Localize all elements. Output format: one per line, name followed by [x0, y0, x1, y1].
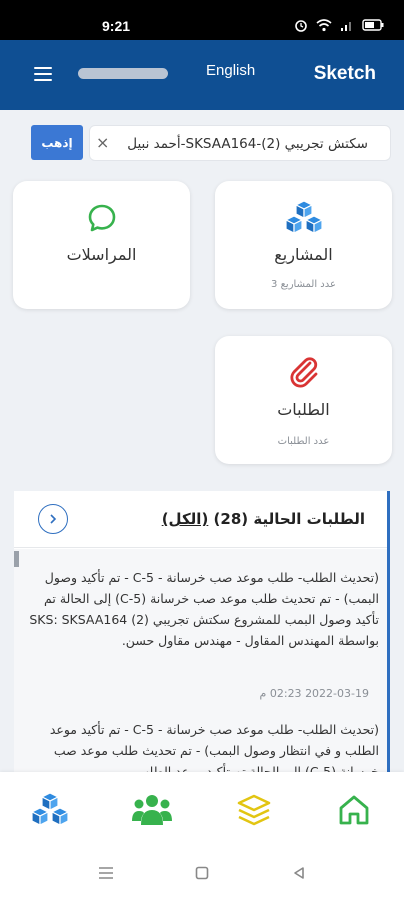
battery-icon	[362, 19, 384, 31]
brand-logo: Sketch	[313, 63, 376, 84]
status-time: 9:21	[102, 18, 131, 34]
bottom-nav	[0, 772, 404, 846]
status-icons	[294, 18, 384, 32]
nav-layers-button[interactable]	[232, 790, 276, 830]
app-header: English Sketch	[0, 40, 404, 110]
layers-icon	[237, 794, 271, 826]
messages-card-title: المراسلات	[66, 245, 137, 264]
recents-icon[interactable]	[98, 866, 114, 880]
requests-count: عدد الطلبات	[277, 436, 330, 447]
scrollbar-thumb[interactable]	[14, 551, 19, 567]
user-name-placeholder	[78, 68, 168, 79]
go-button[interactable]: إذهب	[31, 125, 83, 160]
clear-icon[interactable]: ×	[96, 133, 109, 152]
chat-bubble-icon	[13, 203, 190, 233]
users-icon	[132, 795, 172, 825]
requests-card-title: الطلبات	[277, 400, 330, 419]
alarm-icon	[295, 20, 307, 32]
projects-card[interactable]: المشاريع 3 عدد المشاريع	[215, 181, 392, 309]
request-date: 2022-03-19 02:23 م	[259, 687, 369, 700]
nav-users-button[interactable]	[130, 790, 174, 830]
language-toggle[interactable]: English	[206, 62, 255, 79]
requests-card[interactable]: الطلبات عدد الطلبات	[215, 336, 392, 464]
back-triangle-icon[interactable]	[292, 866, 306, 880]
paperclip-icon	[215, 354, 392, 390]
panel-header: الطلبات الحالية (28) (الكل)	[14, 491, 387, 548]
home-icon	[339, 795, 369, 825]
current-requests-panel: الطلبات الحالية (28) (الكل) (تحديث الطلب…	[14, 491, 390, 781]
view-all-link[interactable]: (الكل)	[162, 510, 209, 528]
search-input[interactable]: سكتش تجريبي (2)-SKSAA164-أحمد نبيل ×	[89, 125, 391, 161]
nav-projects-button[interactable]	[28, 790, 72, 830]
search-value: سكتش تجريبي (2)-SKSAA164-أحمد نبيل	[127, 136, 368, 152]
wifi-icon	[316, 18, 332, 31]
panel-title: الطلبات الحالية (28) (الكل)	[162, 510, 365, 528]
panel-title-text: الطلبات الحالية (28)	[213, 510, 365, 528]
projects-card-title: المشاريع	[274, 245, 333, 264]
projects-count: 3 عدد المشاريع	[271, 279, 336, 290]
search-row: إذهب سكتش تجريبي (2)-SKSAA164-أحمد نبيل …	[31, 125, 391, 161]
system-nav-bar	[0, 846, 404, 900]
chevron-right-icon[interactable]	[38, 504, 68, 534]
cubes-icon	[215, 199, 392, 237]
home-square-icon[interactable]	[195, 866, 209, 880]
status-bar: 9:21	[0, 0, 404, 40]
cubes-icon	[30, 792, 70, 826]
messages-card[interactable]: المراسلات	[13, 181, 190, 309]
signal-icon	[341, 21, 351, 31]
nav-home-button[interactable]	[332, 790, 376, 830]
request-item[interactable]: (تحديث الطلب- طلب موعد صب خرسانة - C-5 -…	[19, 567, 379, 651]
menu-icon[interactable]	[34, 67, 52, 81]
requests-list: (تحديث الطلب- طلب موعد صب خرسانة - C-5 -…	[14, 549, 387, 781]
